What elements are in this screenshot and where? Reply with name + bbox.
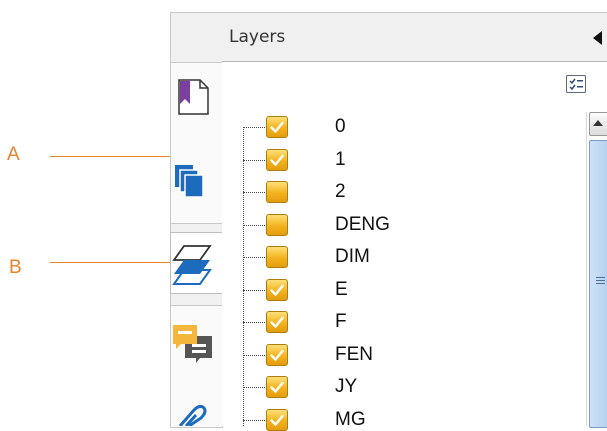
- panel-top-border: [170, 12, 607, 13]
- pages-icon[interactable]: [172, 162, 212, 207]
- callout-label-b: B: [9, 257, 22, 278]
- layer-visibility-checkbox[interactable]: [266, 376, 288, 398]
- bookmark-icon[interactable]: [176, 78, 210, 121]
- layer-visibility-checkbox[interactable]: [266, 214, 288, 236]
- tree-branch: [243, 290, 265, 291]
- tree-branch: [243, 257, 265, 258]
- layer-visibility-checkbox[interactable]: [266, 409, 288, 431]
- thumb-grip-line: [596, 280, 605, 281]
- panel-title: Layers: [229, 27, 286, 47]
- chevron-up-icon: [593, 120, 603, 126]
- layer-visibility-checkbox[interactable]: [266, 149, 288, 171]
- layer-name[interactable]: E: [335, 280, 348, 299]
- layer-name[interactable]: 0: [335, 117, 346, 136]
- layer-name[interactable]: DIM: [335, 247, 370, 266]
- layer-name[interactable]: JY: [335, 377, 357, 396]
- collapse-arrow-icon[interactable]: [593, 31, 602, 45]
- callout-label-a: A: [7, 144, 20, 165]
- tree-branch: [243, 355, 265, 356]
- layers-icon[interactable]: [170, 240, 215, 293]
- checkmark-icon: [270, 121, 284, 133]
- checkmark-icon: [270, 316, 284, 328]
- scrollbar-thumb[interactable]: [589, 140, 607, 428]
- checkmark-icon: [270, 381, 284, 393]
- checkmark-icon: [270, 154, 284, 166]
- tree-branch: [243, 387, 265, 388]
- layer-name[interactable]: 2: [335, 182, 346, 201]
- layer-visibility-checkbox[interactable]: [266, 344, 288, 366]
- layer-visibility-checkbox[interactable]: [266, 246, 288, 268]
- tree-branch: [243, 127, 265, 128]
- layer-visibility-checkbox[interactable]: [266, 311, 288, 333]
- paperclip-icon[interactable]: [176, 400, 208, 431]
- tree-branch: [243, 322, 265, 323]
- layer-name[interactable]: DENG: [335, 215, 390, 234]
- layer-visibility-checkbox[interactable]: [266, 279, 288, 301]
- checkmark-icon: [270, 349, 284, 361]
- comment-icon[interactable]: [170, 322, 215, 372]
- tree-branch: [243, 160, 265, 161]
- tree-branch: [243, 192, 265, 193]
- tree-connector: [243, 127, 244, 426]
- layer-visibility-checkbox[interactable]: [266, 116, 288, 138]
- tree-branch: [243, 420, 265, 421]
- layer-visibility-checkbox[interactable]: [266, 181, 288, 203]
- thumb-grip-line: [596, 283, 605, 284]
- tree-branch: [243, 225, 265, 226]
- layer-name[interactable]: F: [335, 312, 347, 331]
- layer-name[interactable]: FEN: [335, 345, 373, 364]
- layer-name[interactable]: 1: [335, 150, 346, 169]
- thumb-grip-line: [596, 277, 605, 278]
- options-menu-icon[interactable]: [566, 75, 586, 93]
- checkmark-icon: [270, 284, 284, 296]
- layer-name[interactable]: MG: [335, 410, 366, 429]
